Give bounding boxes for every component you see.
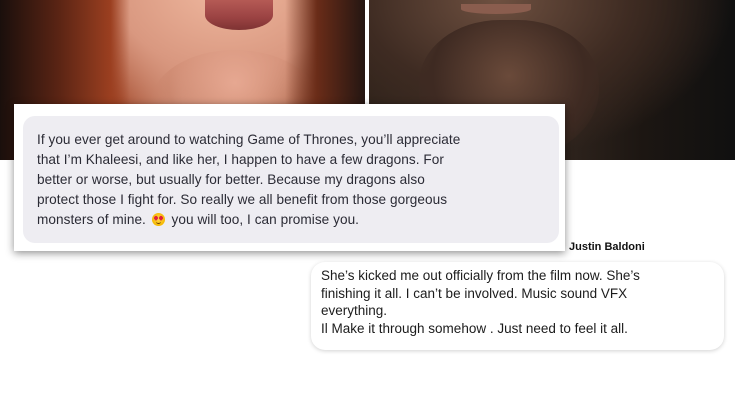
message-bubble-left: If you ever get around to watching Game … bbox=[23, 116, 559, 243]
message-line: finishing it all. I can’t be involved. M… bbox=[321, 285, 628, 301]
message-text: She’s kicked me out officially from the … bbox=[321, 267, 716, 337]
message-line: monsters of mine. bbox=[37, 212, 146, 227]
heart-eyes-emoji-icon bbox=[151, 213, 165, 226]
message-line: She’s kicked me out officially from the … bbox=[321, 268, 640, 283]
message-line: Il Make it through somehow . Just need t… bbox=[321, 320, 628, 336]
message-line: If you ever get around to watching Game … bbox=[37, 132, 461, 147]
message-screenshot-card: If you ever get around to watching Game … bbox=[14, 104, 565, 251]
message-line: better or worse, but usually for better.… bbox=[37, 172, 425, 187]
sender-name: Justin Baldoni bbox=[569, 241, 645, 253]
message-line: everything. bbox=[321, 303, 388, 318]
message-line: that I’m Khaleesi, and like her, I happe… bbox=[37, 152, 444, 167]
message-bubble-right: She’s kicked me out officially from the … bbox=[311, 262, 724, 350]
message-text: If you ever get around to watching Game … bbox=[37, 130, 549, 230]
photo-man-mouth bbox=[461, 4, 531, 14]
message-line: protect those I fight for. So really we … bbox=[37, 192, 448, 207]
photo-woman-lips bbox=[205, 0, 273, 30]
message-line: you will too, I can promise you. bbox=[171, 212, 360, 227]
